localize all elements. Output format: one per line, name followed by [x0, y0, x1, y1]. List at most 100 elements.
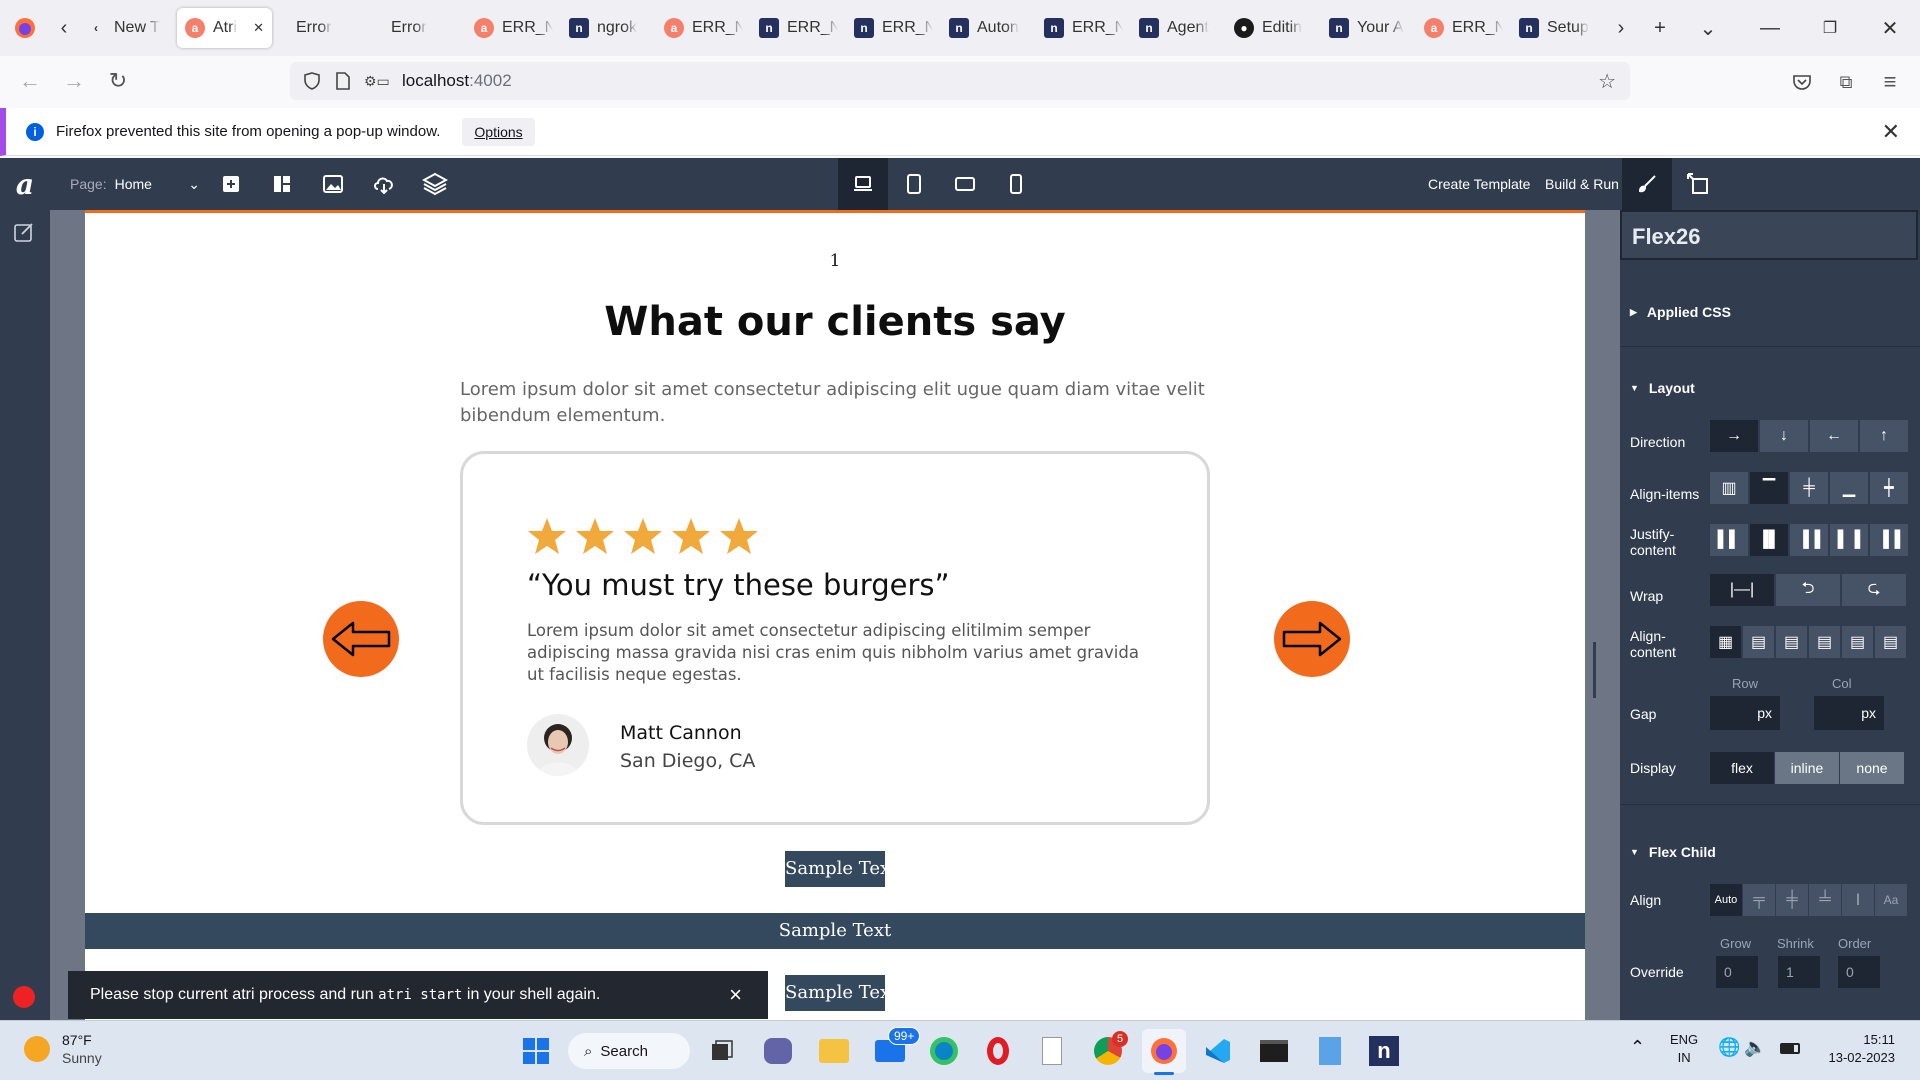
- browser-tab[interactable]: a ERR_N: [1416, 8, 1511, 48]
- align-self-center-icon[interactable]: ╪: [1776, 884, 1808, 916]
- opera-icon[interactable]: [976, 1029, 1020, 1073]
- align-self-stretch-icon[interactable]: Ⅰ: [1842, 884, 1874, 916]
- testimonial-card[interactable]: “You must try these burgers” Lorem ipsum…: [460, 451, 1210, 825]
- tablet-view-icon[interactable]: [889, 158, 939, 210]
- notepad-file-icon[interactable]: [1030, 1029, 1074, 1073]
- align-self-baseline-icon[interactable]: Aa: [1875, 884, 1907, 916]
- grow-input[interactable]: 0: [1716, 956, 1758, 988]
- browser-tab[interactable]: ‹ New T: [78, 8, 173, 48]
- direction-row-reverse-icon[interactable]: ←: [1810, 420, 1858, 452]
- desktop-view-icon[interactable]: [838, 158, 888, 210]
- justify-between-icon[interactable]: ▌▐: [1830, 524, 1868, 556]
- edit-icon[interactable]: [14, 222, 36, 244]
- align-start-icon[interactable]: ▔: [1750, 472, 1788, 504]
- teams-chat-icon[interactable]: [756, 1029, 800, 1073]
- align-content-end-icon[interactable]: ▤: [1809, 626, 1840, 658]
- taskbar-search[interactable]: ⌕ Search: [568, 1033, 690, 1069]
- browser-tab[interactable]: a Atri ✕: [177, 8, 272, 48]
- sample-text-2-banner[interactable]: Sample Text: [85, 913, 1585, 949]
- sample-text-1[interactable]: Sample Text: [785, 851, 885, 887]
- hamburger-menu-icon[interactable]: ≡: [1868, 62, 1912, 102]
- toast-close-button[interactable]: ×: [729, 982, 742, 1008]
- tablet-landscape-view-icon[interactable]: [940, 158, 990, 210]
- vscode-icon[interactable]: [1196, 1029, 1240, 1073]
- browser-tab[interactable]: n ERR_N: [846, 8, 941, 48]
- shrink-input[interactable]: 1: [1778, 956, 1820, 988]
- extensions-icon[interactable]: ⧉: [1824, 62, 1868, 102]
- file-explorer-icon[interactable]: [812, 1029, 856, 1073]
- layers-icon[interactable]: [410, 158, 460, 210]
- firefox-taskbar-icon[interactable]: [1142, 1029, 1186, 1075]
- tab-scroll-left-icon[interactable]: ‹: [50, 8, 78, 48]
- windows-start-icon[interactable]: [514, 1029, 558, 1073]
- browser-tab[interactable]: Error: [276, 8, 371, 48]
- create-template-button[interactable]: Create Template: [1428, 158, 1530, 210]
- minimize-icon[interactable]: —: [1740, 8, 1800, 48]
- justify-start-icon[interactable]: ▌▌: [1710, 524, 1748, 556]
- align-self-end-icon[interactable]: ╧: [1809, 884, 1841, 916]
- direction-column-icon[interactable]: ↓: [1760, 420, 1808, 452]
- section-subtext[interactable]: Lorem ipsum dolor sit amet consectetur a…: [460, 377, 1220, 429]
- restore-icon[interactable]: ❐: [1800, 8, 1860, 48]
- list-all-tabs-icon[interactable]: ⌄: [1684, 8, 1732, 48]
- align-stretch-icon[interactable]: ▥: [1710, 472, 1748, 504]
- wrap-reverse-icon[interactable]: ⮎: [1842, 574, 1906, 606]
- url-text[interactable]: localhost:4002: [402, 71, 512, 91]
- section-heading[interactable]: What our clients say: [85, 299, 1585, 345]
- justify-end-icon[interactable]: ▐▐: [1790, 524, 1828, 556]
- browser-tab[interactable]: ● Editin: [1226, 8, 1321, 48]
- align-baseline-icon[interactable]: ┿: [1870, 472, 1908, 504]
- chrome-icon[interactable]: 5: [1086, 1029, 1130, 1073]
- order-input[interactable]: 0: [1838, 956, 1880, 988]
- browser-tab[interactable]: n Agent: [1131, 8, 1226, 48]
- display-inline-button[interactable]: inline: [1775, 752, 1839, 784]
- layout-icon[interactable]: [257, 158, 307, 210]
- browser-tab[interactable]: a ERR_N: [656, 8, 751, 48]
- wrap-icon[interactable]: ⮌: [1776, 574, 1840, 606]
- next-arrow-button[interactable]: [1274, 601, 1350, 677]
- align-center-icon[interactable]: ╪: [1790, 472, 1828, 504]
- align-end-icon[interactable]: ▁: [1830, 472, 1868, 504]
- display-none-button[interactable]: none: [1840, 752, 1904, 784]
- align-content-center-icon[interactable]: ▤: [1776, 626, 1807, 658]
- image-icon[interactable]: [308, 158, 358, 210]
- shield-icon[interactable]: [300, 72, 324, 90]
- page-selector[interactable]: Page: Home ⌄: [70, 158, 200, 210]
- brush-icon[interactable]: [1622, 158, 1672, 210]
- layout-section[interactable]: ▼ Layout: [1630, 376, 1920, 400]
- new-tab-icon[interactable]: +: [1636, 8, 1684, 48]
- component-name-field[interactable]: Flex26: [1620, 210, 1918, 260]
- browser-tab[interactable]: a ERR_N: [466, 8, 561, 48]
- applied-css-section[interactable]: ▶ Applied CSS: [1630, 300, 1920, 324]
- battery-icon[interactable]: [1780, 1043, 1800, 1054]
- align-content-start-icon[interactable]: ▤: [1743, 626, 1774, 658]
- add-component-icon[interactable]: [206, 158, 256, 210]
- mobile-view-icon[interactable]: [991, 158, 1041, 210]
- browser-tab[interactable]: n ERR_N: [751, 8, 846, 48]
- terminal-icon[interactable]: [1252, 1029, 1296, 1073]
- align-self-start-icon[interactable]: ╤: [1743, 884, 1775, 916]
- mail-icon[interactable]: 99+: [868, 1027, 921, 1073]
- direction-column-reverse-icon[interactable]: ↑: [1860, 420, 1908, 452]
- close-notice-icon[interactable]: ✕: [1882, 119, 1900, 145]
- volume-icon[interactable]: 🔈: [1744, 1037, 1766, 1058]
- align-self-auto-button[interactable]: Auto: [1710, 884, 1742, 916]
- permissions-icon[interactable]: ⚙▭: [364, 73, 394, 90]
- task-view-icon[interactable]: [700, 1029, 744, 1073]
- browser-tab[interactable]: n Auton: [941, 8, 1036, 48]
- show-hidden-icons[interactable]: ⌃: [1630, 1037, 1645, 1058]
- options-button[interactable]: Options: [462, 117, 535, 146]
- flex-child-section[interactable]: ▼ Flex Child: [1630, 840, 1920, 864]
- build-run-button[interactable]: Build & Run: [1545, 158, 1620, 210]
- sample-text-3[interactable]: Sample Text: [785, 975, 885, 1011]
- browser-tab[interactable]: n ngrok: [561, 8, 656, 48]
- reload-icon[interactable]: ↻: [96, 61, 140, 101]
- language-indicator[interactable]: ENG IN: [1670, 1031, 1698, 1067]
- atri-logo-icon[interactable]: a: [0, 158, 50, 210]
- forward-icon[interactable]: →: [52, 61, 96, 101]
- record-indicator-icon[interactable]: [13, 986, 35, 1008]
- pocket-icon[interactable]: [1780, 62, 1824, 102]
- browser-tab[interactable]: n Your A: [1321, 8, 1416, 48]
- display-flex-button[interactable]: flex: [1710, 752, 1774, 784]
- direction-row-icon[interactable]: →: [1710, 420, 1758, 452]
